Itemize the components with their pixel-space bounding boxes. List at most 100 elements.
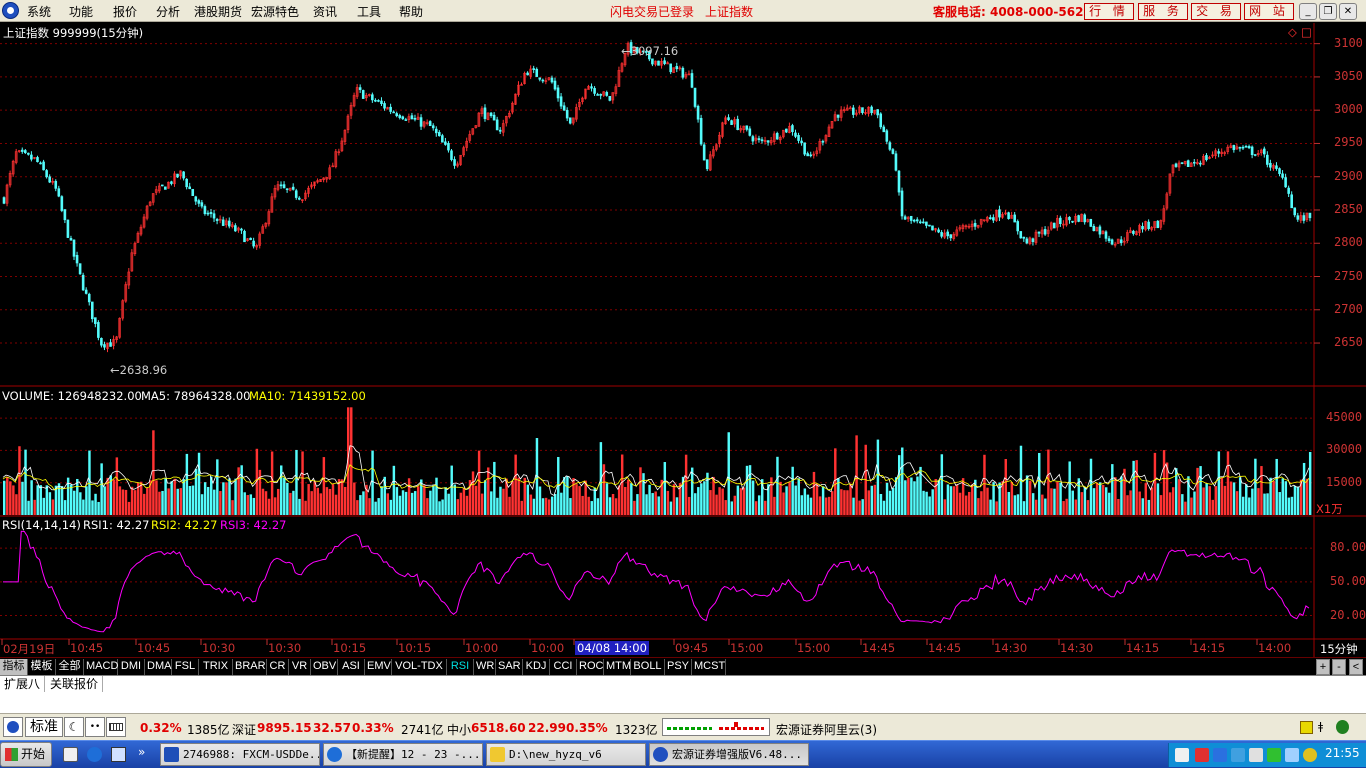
task-fxcm[interactable]: 2746988: FXCM-USDDe... (160, 743, 320, 766)
quicklaunch-explorer-icon[interactable] (63, 747, 78, 762)
indicator-tab-vol-tdx[interactable]: VOL-TDX (392, 659, 447, 675)
indicator-tab-cci[interactable]: CCI (550, 659, 577, 675)
indicator-tab-dmi[interactable]: DMI (118, 659, 145, 675)
server-name[interactable]: 宏源证券阿里云(3) (776, 721, 877, 738)
menu-hongyuan-special[interactable]: 宏源特色 (251, 3, 299, 20)
website-button[interactable]: 网 站 (1244, 3, 1294, 20)
indicator-tab-指标[interactable]: 指标 (0, 659, 28, 675)
restore-button[interactable]: ❐ (1319, 3, 1337, 20)
trade-button[interactable]: 交 易 (1191, 3, 1241, 20)
menu-function[interactable]: 功能 (69, 3, 93, 20)
quicklaunch-more-icon[interactable]: » (138, 745, 145, 759)
menu-system[interactable]: 系统 (27, 3, 51, 20)
volume-bar (809, 497, 813, 515)
volume-bar (447, 493, 450, 515)
indicator-tab-vr[interactable]: VR (289, 659, 311, 675)
tab-extension-eight[interactable]: 扩展八 (0, 676, 46, 692)
volume-bar (496, 497, 499, 515)
volume-bar (639, 467, 642, 515)
close-button[interactable]: ✕ (1339, 3, 1357, 20)
indicator-tab-sar[interactable]: SAR (496, 659, 523, 675)
indicator-tab-mtm[interactable]: MTM (604, 659, 631, 675)
panel-diamond-icon[interactable]: ◇ (1288, 25, 1297, 39)
menu-info[interactable]: 资讯 (313, 3, 337, 20)
volume-bar (267, 498, 271, 515)
indicator-tab-kdj[interactable]: KDJ (523, 659, 550, 675)
price-candle (127, 268, 131, 290)
volume-bar (243, 492, 246, 515)
indicator-tab-cr[interactable]: CR (267, 659, 289, 675)
indicator-tab-wr[interactable]: WR (474, 659, 496, 675)
zoom-in-button[interactable]: + (1316, 659, 1330, 675)
service-button[interactable]: 服 务 (1138, 3, 1188, 20)
tray-messenger-icon[interactable] (1303, 748, 1317, 762)
indicator-tab-全部[interactable]: 全部 (56, 659, 84, 675)
tray-network-icon[interactable] (1231, 748, 1245, 762)
indicator-tab-trix[interactable]: TRIX (199, 659, 233, 675)
start-button[interactable]: 开始 (0, 742, 52, 767)
tray-connection-icon[interactable] (1285, 748, 1299, 762)
scroll-left-button[interactable]: < (1349, 659, 1363, 675)
indicator-tab-dma[interactable]: DMA (145, 659, 172, 675)
indicator-tab-fsl[interactable]: FSL (172, 659, 199, 675)
indicator-tab-模板[interactable]: 模板 (28, 659, 56, 675)
tray-shield-icon[interactable] (1213, 748, 1227, 762)
indicator-tab-roc[interactable]: ROC (577, 659, 604, 675)
chart-canvas[interactable] (0, 23, 1366, 657)
price-candle (310, 182, 313, 190)
price-candle (1165, 191, 1169, 211)
connection-icon[interactable] (1336, 720, 1349, 734)
volume-bar (295, 449, 298, 515)
tray-app-icon[interactable] (1175, 748, 1189, 762)
minimize-button[interactable]: _ (1299, 3, 1317, 20)
volume-bar (718, 487, 721, 515)
indicator-tab-brar[interactable]: BRAR (233, 659, 267, 675)
tray-update-icon[interactable] (1267, 748, 1281, 762)
price-candle (514, 93, 517, 106)
menu-quote[interactable]: 报价 (113, 3, 137, 20)
volume-bar (1281, 478, 1285, 515)
tray-volume-icon[interactable] (1249, 748, 1263, 762)
task-browser[interactable]: 【新提醒】12 - 23 -... (323, 743, 483, 766)
volume-bar (1034, 499, 1038, 515)
lock-icon[interactable] (1300, 721, 1313, 734)
task-folder[interactable]: D:\new_hyzq_v6 (486, 743, 646, 766)
menu-analysis[interactable]: 分析 (156, 3, 180, 20)
quote-marker-icon[interactable]: •• (85, 717, 105, 737)
indicator-tab-macd[interactable]: MACD (84, 659, 118, 675)
indicator-tab-mcst[interactable]: MCST (692, 659, 726, 675)
tab-related-quotes[interactable]: 关联报价 (46, 676, 104, 692)
indicator-tab-rsi[interactable]: RSI (447, 659, 474, 675)
zoom-out-button[interactable]: - (1332, 659, 1346, 675)
mode-standard-button[interactable]: 标准 (25, 717, 63, 737)
price-candle (690, 69, 694, 89)
menu-help[interactable]: 帮助 (399, 3, 423, 20)
menu-tools[interactable]: 工具 (357, 3, 381, 20)
indicator-tab-boll[interactable]: BOLL (631, 659, 665, 675)
price-candle (958, 224, 962, 232)
indicator-tab-emv[interactable]: EMV (365, 659, 392, 675)
panel-maximize-icon[interactable]: □ (1301, 25, 1312, 39)
volume-bar (264, 491, 268, 515)
status-toggle-icon[interactable] (3, 717, 23, 737)
tray-antivirus-icon[interactable] (1195, 748, 1209, 762)
menu-hk-futures[interactable]: 港股期货 (194, 3, 242, 20)
app-logo-icon[interactable] (2, 2, 19, 19)
price-candle (1052, 222, 1056, 229)
keyboard-icon[interactable] (106, 717, 126, 737)
price-candle (142, 213, 146, 229)
volume-bar (1178, 479, 1181, 515)
night-mode-icon[interactable]: ☾ (64, 717, 84, 737)
price-candle (1232, 144, 1236, 153)
indicator-tab-obv[interactable]: OBV (311, 659, 338, 675)
indicator-tab-asi[interactable]: ASI (338, 659, 365, 675)
quicklaunch-ie-icon[interactable] (87, 747, 102, 762)
indicator-tab-psy[interactable]: PSY (665, 659, 692, 675)
task-hongyuan[interactable]: 宏源证券增强版V6.48... (649, 743, 809, 766)
chart-area[interactable]: 上证指数 999999(15分钟) ◇ □ ←3097.16 ←2638.96 … (0, 23, 1366, 657)
period-label[interactable]: 15分钟 (1320, 641, 1358, 657)
quicklaunch-desktop-icon[interactable] (111, 747, 126, 762)
price-candle (995, 209, 998, 222)
volume-bar (410, 492, 414, 515)
quote-button[interactable]: 行 情 (1084, 3, 1134, 20)
